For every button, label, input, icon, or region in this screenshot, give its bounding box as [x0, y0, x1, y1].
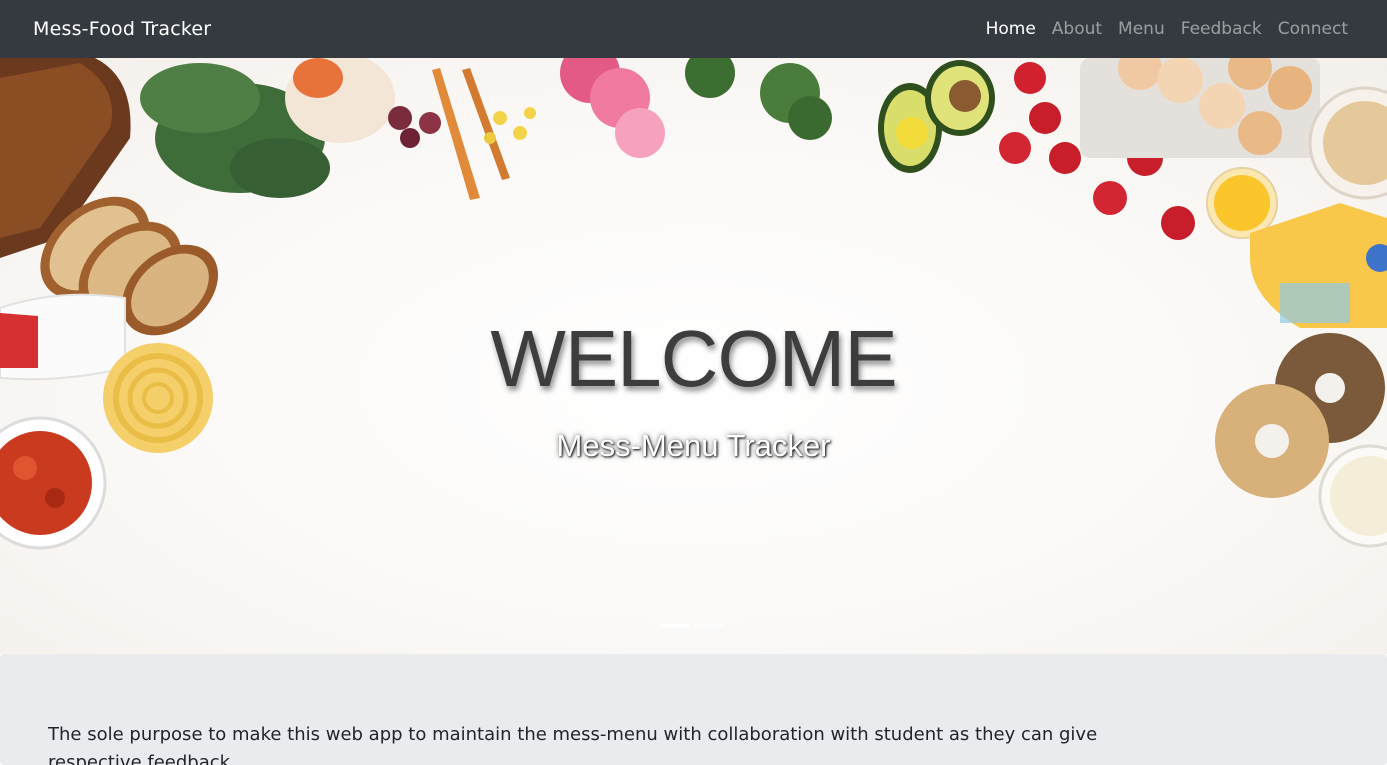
nav-link-feedback[interactable]: Feedback — [1173, 19, 1270, 39]
about-text: The sole purpose to make this web app to… — [48, 724, 1098, 765]
nav-links: Home About Menu Feedback Connect — [978, 19, 1354, 39]
granola-bowl-image — [1308, 86, 1387, 200]
brand-link[interactable]: Mess-Food Tracker — [33, 18, 211, 40]
hero-carousel: WELCOME Mess-Menu Tracker — [0, 58, 1387, 654]
carousel-indicator-1[interactable] — [660, 624, 690, 627]
hero-title: WELCOME — [490, 314, 897, 403]
carrot-image — [293, 58, 343, 98]
navbar: Mess-Food Tracker Home About Menu Feedba… — [0, 0, 1387, 58]
nav-link-home[interactable]: Home — [978, 19, 1044, 39]
nav-link-about[interactable]: About — [1044, 19, 1110, 39]
broccoli-image — [685, 58, 832, 140]
root-vegetables-image — [388, 68, 536, 200]
nav-link-menu[interactable]: Menu — [1110, 19, 1173, 39]
avocado-image — [878, 60, 995, 173]
radish-image — [560, 58, 665, 158]
page: Mess-Food Tracker Home About Menu Feedba… — [0, 0, 1387, 765]
nav-link-connect[interactable]: Connect — [1270, 19, 1354, 39]
carousel-indicator-2[interactable] — [694, 624, 724, 627]
about-section: The sole purpose to make this web app to… — [0, 654, 1387, 765]
egg-carton-image — [1080, 58, 1320, 158]
hero-subtitle: Mess-Menu Tracker — [556, 428, 831, 463]
carousel-indicators — [660, 624, 724, 627]
